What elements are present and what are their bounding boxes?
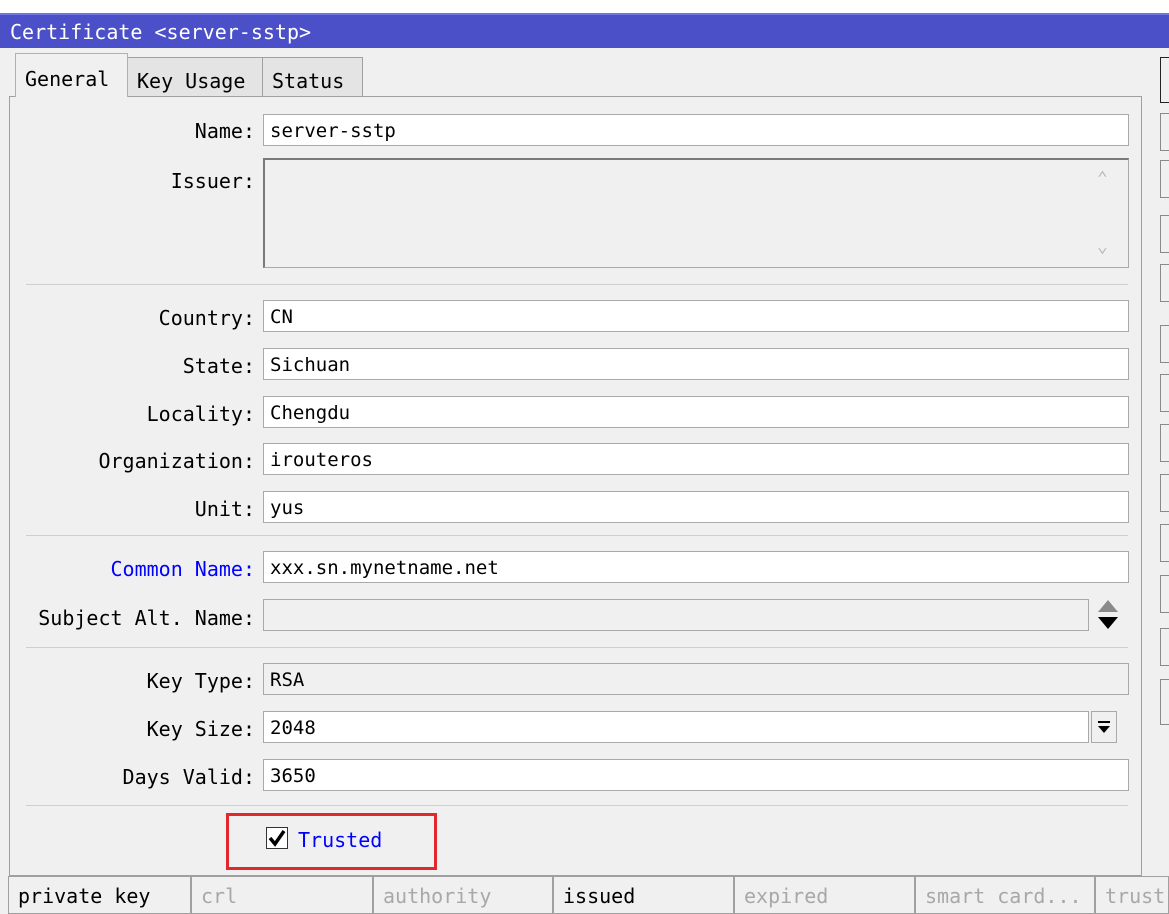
side-button[interactable] [1160, 325, 1169, 363]
issuer-label: Issuer: [170, 169, 255, 193]
side-button[interactable] [1160, 160, 1169, 198]
side-button[interactable] [1160, 575, 1169, 613]
tab-key-usage[interactable]: Key Usage [127, 57, 263, 97]
side-button[interactable] [1160, 424, 1169, 462]
side-button[interactable] [1160, 113, 1169, 151]
common-name-label: Common Name: [110, 557, 256, 581]
side-button[interactable] [1160, 628, 1169, 666]
side-button[interactable] [1160, 264, 1169, 302]
divider [26, 805, 1128, 806]
status-issued: issued [553, 876, 734, 914]
tab-general[interactable]: General [15, 53, 128, 97]
days-valid-field[interactable]: 3650 [263, 759, 1129, 791]
tab-status[interactable]: Status [262, 57, 363, 97]
state-field[interactable]: Sichuan [263, 348, 1129, 380]
scroll-down-icon[interactable]: ⌄ [1097, 236, 1108, 257]
trusted-label[interactable]: Trusted [298, 828, 382, 852]
state-label: State: [182, 354, 255, 378]
status-crl: crl [191, 876, 373, 914]
name-label: Name: [194, 119, 255, 143]
country-field[interactable]: CN [263, 300, 1129, 332]
status-expired: expired [734, 876, 915, 914]
trusted-checkbox[interactable] [266, 827, 288, 849]
status-smart-card: smart card... [915, 876, 1095, 914]
subject-alt-name-label: Subject Alt. Name: [38, 606, 255, 630]
organization-field[interactable]: irouteros [263, 443, 1129, 475]
organization-label: Organization: [98, 449, 255, 473]
divider [26, 535, 1128, 536]
side-button[interactable] [1160, 374, 1169, 412]
days-valid-label: Days Valid: [122, 765, 255, 789]
side-button[interactable] [1160, 524, 1169, 562]
locality-label: Locality: [146, 402, 255, 426]
title-bar: Certificate <server-sstp> [0, 13, 1169, 48]
key-type-label: Key Type: [146, 669, 255, 693]
status-trusted: trust [1095, 876, 1169, 914]
side-button[interactable] [1160, 474, 1169, 512]
side-button[interactable] [1160, 215, 1169, 253]
scroll-up-icon[interactable]: ⌃ [1097, 168, 1108, 189]
dropdown-icon[interactable] [1091, 711, 1117, 743]
locality-field[interactable]: Chengdu [263, 396, 1129, 428]
key-type-field: RSA [263, 663, 1129, 695]
issuer-textarea[interactable] [263, 158, 1129, 268]
status-authority: authority [373, 876, 553, 914]
unit-label: Unit: [194, 497, 255, 521]
common-name-field[interactable]: xxx.sn.mynetname.net [263, 551, 1129, 583]
country-label: Country: [158, 306, 255, 330]
side-button[interactable] [1160, 679, 1169, 725]
divider [26, 647, 1128, 648]
window-title: Certificate <server-sstp> [10, 20, 312, 44]
divider [26, 284, 1128, 285]
key-size-field[interactable]: 2048 [263, 711, 1089, 743]
side-button[interactable] [1160, 57, 1169, 103]
up-down-arrows-icon[interactable] [1096, 598, 1120, 637]
top-strip [0, 0, 1169, 13]
subject-alt-name-field[interactable] [263, 599, 1089, 631]
status-private-key: private key [8, 876, 191, 914]
key-size-label: Key Size: [146, 717, 255, 741]
unit-field[interactable]: yus [263, 491, 1129, 523]
name-field[interactable]: server-sstp [263, 114, 1129, 146]
